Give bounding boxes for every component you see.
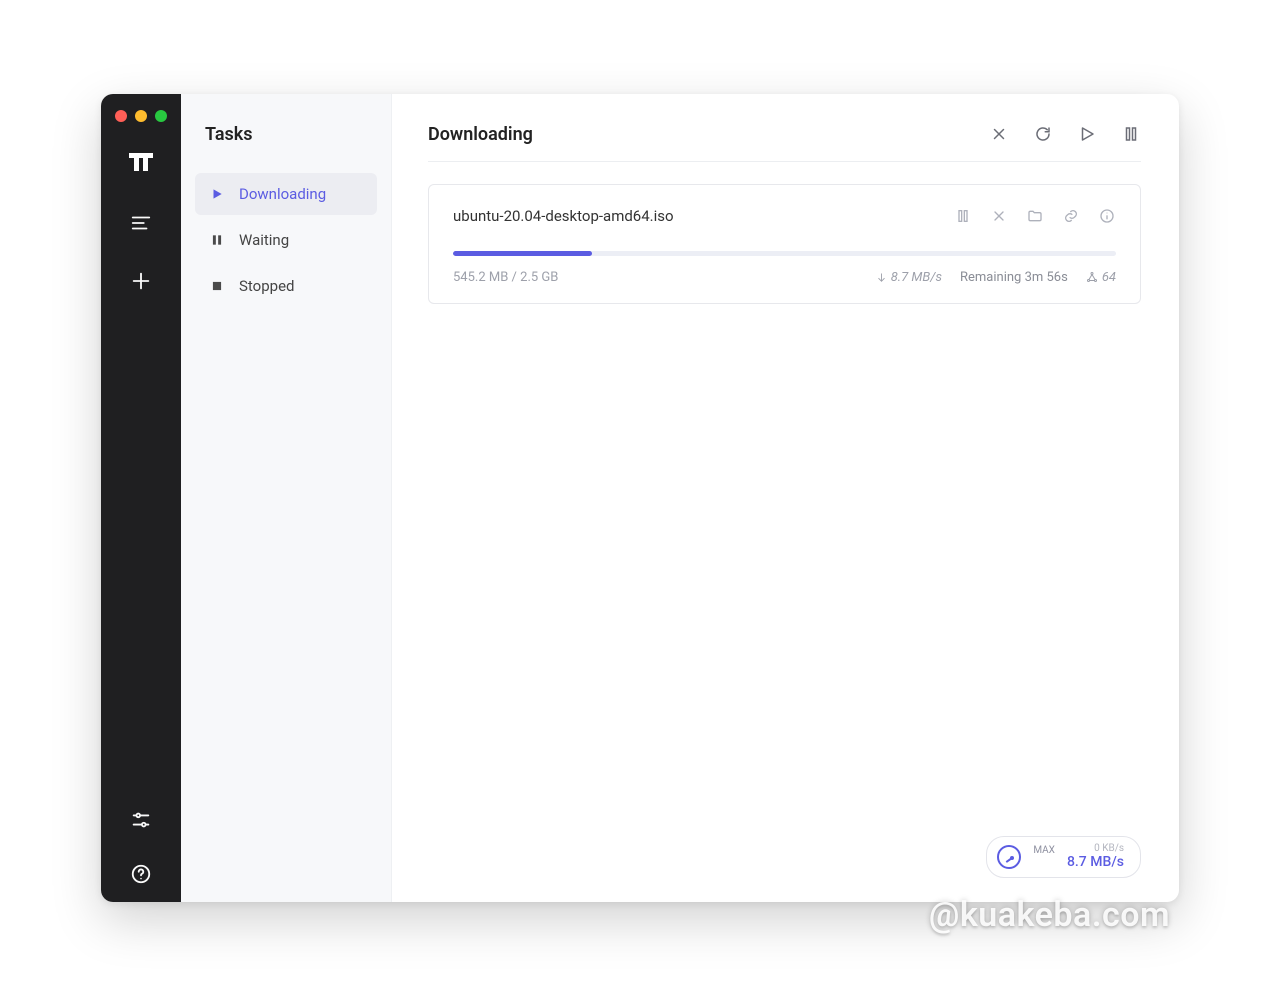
task-remaining: Remaining 3m 56s	[960, 270, 1068, 285]
sidebar-item-label: Waiting	[239, 231, 289, 249]
settings-icon[interactable]	[129, 808, 153, 832]
page-title: Downloading	[428, 124, 533, 145]
add-task-icon[interactable]	[129, 269, 153, 293]
global-speed-widget[interactable]: MAX 0 KB/s 8.7 MB/s	[986, 836, 1141, 878]
sidebar-item-label: Downloading	[239, 185, 326, 203]
window-traffic-lights	[115, 110, 167, 122]
header-actions	[989, 124, 1141, 144]
task-stop-icon[interactable]	[990, 207, 1008, 225]
sidebar-item-label: Stopped	[239, 277, 294, 295]
task-pause-icon[interactable]	[954, 207, 972, 225]
window-maximize-button[interactable]	[155, 110, 167, 122]
task-meta: 545.2 MB / 2.5 GB 8.7 MB/s Remaining 3m …	[453, 270, 1116, 285]
resume-all-icon[interactable]	[1077, 124, 1097, 144]
sidebar-item-waiting[interactable]: Waiting	[195, 219, 377, 261]
sidebar: Tasks Downloading Waiting Stopped	[181, 94, 392, 902]
refresh-icon[interactable]	[1033, 124, 1053, 144]
task-filename: ubuntu-20.04-desktop-amd64.iso	[453, 207, 674, 225]
upload-speed: 0 KB/s	[1094, 843, 1124, 855]
task-link-icon[interactable]	[1062, 207, 1080, 225]
stop-icon	[209, 278, 225, 294]
window-minimize-button[interactable]	[135, 110, 147, 122]
window-close-button[interactable]	[115, 110, 127, 122]
main-header: Downloading	[428, 124, 1141, 162]
task-progress-track	[453, 251, 1116, 256]
pause-icon	[209, 232, 225, 248]
app-window: Tasks Downloading Waiting Stopped Downlo…	[101, 94, 1179, 902]
gauge-icon	[997, 845, 1021, 869]
tasks-nav-icon[interactable]	[129, 211, 153, 235]
task-actions	[954, 207, 1116, 225]
task-progress-bar	[453, 251, 592, 256]
play-icon	[209, 186, 225, 202]
task-card[interactable]: ubuntu-20.04-desktop-amd64.iso	[428, 184, 1141, 304]
app-logo	[129, 152, 153, 177]
sidebar-item-downloading[interactable]: Downloading	[195, 173, 377, 215]
clear-all-icon[interactable]	[989, 124, 1009, 144]
task-folder-icon[interactable]	[1026, 207, 1044, 225]
main-panel: Downloading ubuntu-20.04-desktop-amd64.i…	[392, 94, 1179, 902]
download-speed: 8.7 MB/s	[1067, 854, 1124, 870]
nav-rail	[101, 94, 181, 902]
task-size: 545.2 MB / 2.5 GB	[453, 270, 558, 285]
task-speed: 8.7 MB/s	[876, 270, 942, 285]
help-icon[interactable]	[129, 862, 153, 886]
task-info-icon[interactable]	[1098, 207, 1116, 225]
speed-max-label: MAX	[1033, 845, 1055, 856]
task-peers: 64	[1086, 270, 1116, 285]
sidebar-title: Tasks	[205, 124, 377, 145]
pause-all-icon[interactable]	[1121, 124, 1141, 144]
sidebar-item-stopped[interactable]: Stopped	[195, 265, 377, 307]
